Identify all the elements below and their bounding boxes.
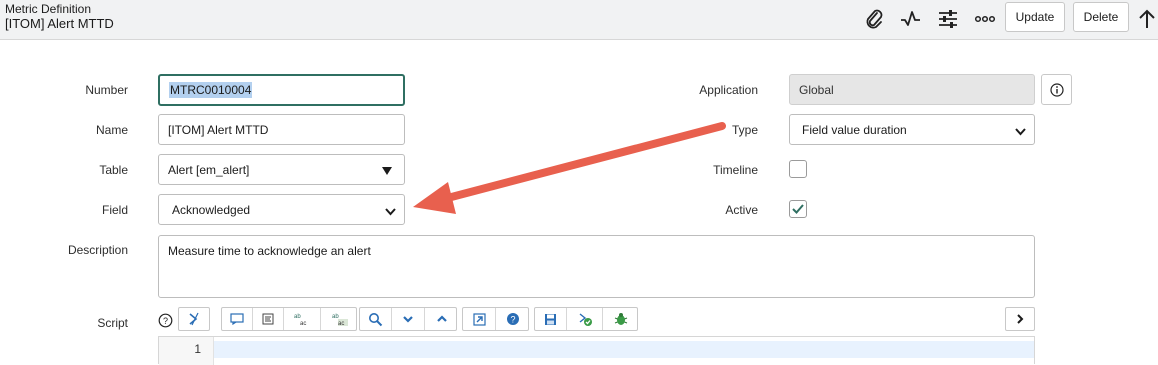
- toggle-syntax-button[interactable]: [178, 307, 210, 331]
- find-next-button[interactable]: [392, 308, 425, 330]
- format-code-button[interactable]: [253, 308, 284, 330]
- find-previous-button[interactable]: [425, 308, 458, 330]
- save-icon: [545, 313, 556, 325]
- format-icon: [262, 313, 274, 325]
- script-help-button[interactable]: ?: [496, 308, 530, 330]
- chevron-up-icon: [436, 315, 447, 322]
- help-circle-icon: ?: [507, 313, 519, 325]
- replace-all-button[interactable]: ab ac: [321, 308, 358, 330]
- editor-toolbar-group-4: [534, 307, 638, 331]
- svg-text:?: ?: [163, 316, 168, 326]
- line-number-gutter: 1: [159, 337, 214, 365]
- current-line-highlight: [214, 341, 1034, 358]
- debug-script-button[interactable]: [603, 308, 639, 330]
- editor-toolbar-group-2: [359, 307, 457, 331]
- chevron-right-icon: [1017, 314, 1024, 324]
- editor-toolbar-group-1: ab ac ab ac: [221, 307, 357, 331]
- svg-text:?: ?: [510, 315, 515, 325]
- syntax-check-icon: [579, 313, 592, 326]
- expand-editor-button[interactable]: [1005, 307, 1035, 331]
- script-editor[interactable]: 1: [158, 336, 1035, 365]
- fullscreen-button[interactable]: [463, 308, 496, 330]
- editor-toolbar-group-3: ?: [462, 307, 529, 331]
- save-script-button[interactable]: [535, 308, 567, 330]
- syntax-toggle-icon: [189, 312, 199, 326]
- line-number: 1: [194, 342, 201, 356]
- svg-text:ac: ac: [338, 321, 344, 326]
- script-label: Script: [97, 316, 128, 330]
- search-button[interactable]: [360, 308, 392, 330]
- search-icon: [369, 312, 383, 326]
- bug-icon: [614, 313, 628, 325]
- replace-button[interactable]: ab ac: [284, 308, 321, 330]
- chevron-down-icon: [403, 316, 413, 323]
- expand-icon: [472, 312, 486, 326]
- comment-button[interactable]: [222, 308, 253, 330]
- replace-icon: abac: [294, 314, 306, 326]
- comment-icon: [230, 313, 244, 325]
- replace-all-icon: abac: [332, 314, 348, 326]
- help-icon[interactable]: ?: [158, 313, 173, 333]
- svg-text:ab: ab: [294, 314, 301, 320]
- check-syntax-button[interactable]: [567, 308, 603, 330]
- svg-text:ac: ac: [300, 321, 306, 326]
